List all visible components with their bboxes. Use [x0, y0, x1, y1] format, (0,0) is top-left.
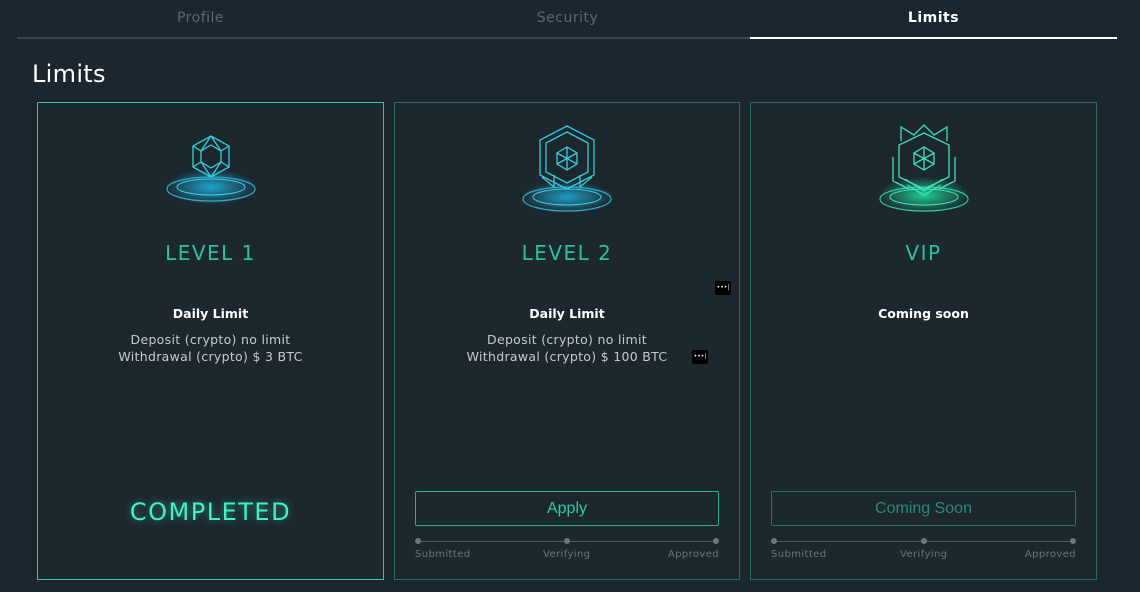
page-title: Limits [32, 60, 106, 88]
level-title: LEVEL 1 [165, 241, 256, 265]
progress-dot-verifying [921, 538, 927, 544]
level-2-shield-icon [521, 125, 613, 213]
daily-limit-heading: Daily Limit [172, 306, 249, 321]
level-title: VIP [905, 241, 942, 265]
step-label-submitted: Submitted [771, 549, 827, 560]
daily-limit-heading: Daily Limit [529, 306, 605, 321]
withdrawal-limit-text: Withdrawal (crypto) $ 3 BTC [118, 349, 303, 364]
progress-dot-approved [713, 538, 719, 544]
level-title: LEVEL 2 [521, 241, 613, 265]
verification-progress: Submitted Verifying Approved [771, 537, 1076, 567]
tab-security[interactable]: Security [384, 0, 751, 37]
more-options-icon[interactable]: •••| [692, 350, 708, 364]
coming-soon-heading: Coming soon [878, 306, 969, 321]
tab-profile[interactable]: Profile [17, 0, 384, 37]
progress-dot-verifying [564, 538, 570, 544]
level-1-hexagon-icon [164, 135, 257, 205]
apply-button[interactable]: Apply [415, 491, 719, 526]
tab-limits[interactable]: Limits [750, 0, 1117, 39]
completed-status: COMPLETED [129, 498, 292, 526]
progress-dot-approved [1070, 538, 1076, 544]
deposit-limit-text: Deposit (crypto) no limit [130, 332, 291, 347]
level-1-card: LEVEL 1 Daily Limit Deposit (crypto) no … [37, 102, 384, 580]
progress-dot-submitted [415, 538, 421, 544]
vip-card: VIP Coming soon Coming Soon Submitted Ve… [750, 102, 1097, 580]
progress-dot-submitted [771, 538, 777, 544]
more-options-icon[interactable]: •••| [715, 281, 731, 295]
deposit-limit-text: Deposit (crypto) no limit [487, 332, 647, 347]
withdrawal-limit-text: Withdrawal (crypto) $ 100 BTC [466, 349, 668, 364]
step-label-approved: Approved [667, 549, 719, 560]
level-2-card: LEVEL 2 Daily Limit Deposit (crypto) no … [394, 102, 740, 580]
step-label-submitted: Submitted [415, 549, 471, 560]
step-label-verifying: Verifying [543, 549, 591, 560]
tab-bar: Profile Security Limits [17, 0, 1117, 39]
vip-crown-icon [877, 124, 970, 213]
verification-progress: Submitted Verifying Approved [415, 537, 719, 567]
coming-soon-button[interactable]: Coming Soon [771, 491, 1076, 526]
step-label-approved: Approved [1024, 549, 1076, 560]
step-label-verifying: Verifying [900, 549, 948, 560]
